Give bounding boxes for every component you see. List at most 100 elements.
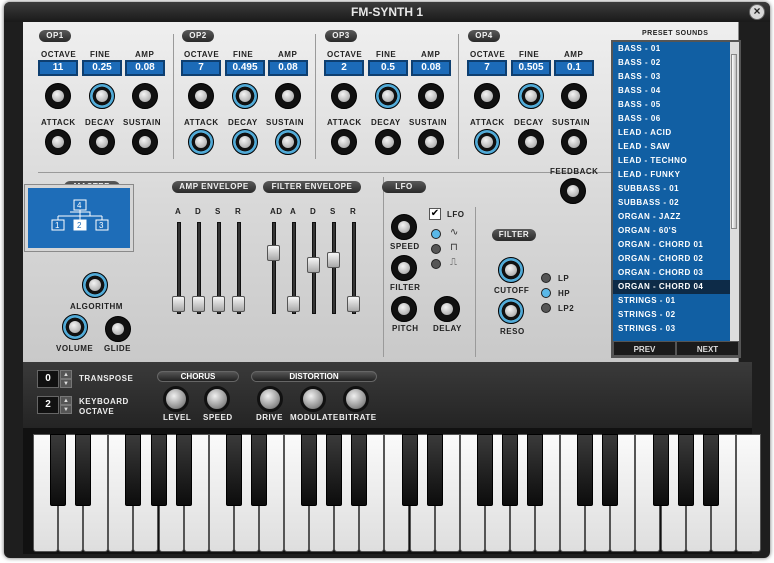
amp-knob[interactable]	[561, 83, 587, 109]
preset-item[interactable]: LEAD - TECHNO	[613, 154, 730, 168]
next-button[interactable]: NEXT	[676, 341, 739, 356]
feedback-knob[interactable]	[560, 178, 586, 204]
amp-knob[interactable]	[132, 83, 158, 109]
preset-item[interactable]: STRINGS - 03	[613, 322, 730, 336]
attack-knob[interactable]	[474, 129, 500, 155]
modulate-knob[interactable]	[300, 386, 326, 412]
octave-field[interactable]: 7	[181, 60, 221, 76]
slider-handle[interactable]	[287, 296, 300, 312]
sustain-knob[interactable]	[561, 129, 587, 155]
black-key[interactable]	[326, 434, 342, 506]
prev-button[interactable]: PREV	[613, 341, 676, 356]
amp-field[interactable]: 0.08	[268, 60, 308, 76]
lfo-pitch-knob[interactable]	[391, 296, 417, 322]
filter-type-lp2-radio[interactable]	[541, 303, 551, 313]
sustain-knob[interactable]	[132, 129, 158, 155]
preset-item[interactable]: SUBBASS - 01	[613, 182, 730, 196]
lfo-speed-knob[interactable]	[391, 214, 417, 240]
preset-item[interactable]: BASS - 01	[613, 42, 730, 56]
fine-knob[interactable]	[89, 83, 115, 109]
amp-field[interactable]: 0.1	[554, 60, 594, 76]
lfo-delay-knob[interactable]	[434, 296, 460, 322]
chorus-speed-knob[interactable]	[204, 386, 230, 412]
sustain-knob[interactable]	[418, 129, 444, 155]
lfo-wave-square-radio[interactable]	[431, 244, 441, 254]
preset-item[interactable]: SUBBASS - 02	[613, 196, 730, 210]
attack-knob[interactable]	[188, 129, 214, 155]
attack-knob[interactable]	[331, 129, 357, 155]
stepper-up-icon[interactable]: ▲	[60, 396, 72, 405]
lfo-wave-sine-radio[interactable]	[431, 229, 441, 239]
black-key[interactable]	[703, 434, 719, 506]
preset-item[interactable]: BASS - 03	[613, 70, 730, 84]
preset-item[interactable]: ORGAN - CHORD 03	[613, 266, 730, 280]
bitrate-knob[interactable]	[343, 386, 369, 412]
preset-item[interactable]: STRINGS - 01	[613, 294, 730, 308]
amp-knob[interactable]	[418, 83, 444, 109]
decay-knob[interactable]	[518, 129, 544, 155]
preset-item[interactable]: LEAD - ACID	[613, 126, 730, 140]
black-key[interactable]	[151, 434, 167, 506]
preset-item[interactable]: BASS - 04	[613, 84, 730, 98]
preset-scrollbar[interactable]	[730, 42, 739, 341]
preset-item[interactable]: BASS - 02	[613, 56, 730, 70]
slider-track[interactable]	[272, 222, 276, 314]
lfo-checkbox[interactable]: ✔	[429, 208, 441, 220]
slider-track[interactable]	[332, 222, 336, 314]
scrollbar-thumb[interactable]	[731, 54, 737, 229]
preset-item[interactable]: ORGAN - 60'S	[613, 224, 730, 238]
octave-knob[interactable]	[474, 83, 500, 109]
decay-knob[interactable]	[232, 129, 258, 155]
attack-knob[interactable]	[45, 129, 71, 155]
slider-handle[interactable]	[307, 257, 320, 273]
octave-field[interactable]: 7	[467, 60, 507, 76]
close-icon[interactable]: ×	[749, 4, 765, 20]
slider-handle[interactable]	[347, 296, 360, 312]
drive-knob[interactable]	[257, 386, 283, 412]
preset-item[interactable]: ORGAN - CHORD 02	[613, 252, 730, 266]
filter-type-hp-radio[interactable]	[541, 288, 551, 298]
slider-handle[interactable]	[212, 296, 225, 312]
fine-field[interactable]: 0.495	[225, 60, 265, 76]
reso-knob[interactable]	[498, 298, 524, 324]
black-key[interactable]	[477, 434, 493, 506]
amp-field[interactable]: 0.08	[125, 60, 165, 76]
fine-field[interactable]: 0.505	[511, 60, 551, 76]
slider-handle[interactable]	[172, 296, 185, 312]
filter-type-lp-radio[interactable]	[541, 273, 551, 283]
stepper-down-icon[interactable]: ▼	[60, 405, 72, 414]
black-key[interactable]	[402, 434, 418, 506]
preset-item[interactable]: LEAD - SAW	[613, 140, 730, 154]
preset-item[interactable]: ORGAN - CHORD 04	[613, 280, 730, 294]
slider-handle[interactable]	[267, 245, 280, 261]
transpose-stepper[interactable]: 0 ▲ ▼	[37, 370, 73, 388]
black-key[interactable]	[653, 434, 669, 506]
preset-item[interactable]: BASS - 06	[613, 112, 730, 126]
black-key[interactable]	[678, 434, 694, 506]
preset-item[interactable]: BASS - 05	[613, 98, 730, 112]
sustain-knob[interactable]	[275, 129, 301, 155]
slider-handle[interactable]	[192, 296, 205, 312]
amp-knob[interactable]	[275, 83, 301, 109]
lfo-filter-knob[interactable]	[391, 255, 417, 281]
white-key[interactable]	[736, 434, 761, 552]
keyboard-octave-stepper[interactable]: 2 ▲ ▼	[37, 396, 73, 414]
black-key[interactable]	[527, 434, 543, 506]
preset-item[interactable]: ORGAN - JAZZ	[613, 210, 730, 224]
stepper-up-icon[interactable]: ▲	[60, 370, 72, 379]
black-key[interactable]	[251, 434, 267, 506]
black-key[interactable]	[602, 434, 618, 506]
preset-item[interactable]: LEAD - FUNKY	[613, 168, 730, 182]
algorithm-knob[interactable]	[82, 272, 108, 298]
lfo-wave-pulse-radio[interactable]	[431, 259, 441, 269]
fine-field[interactable]: 0.5	[368, 60, 408, 76]
preset-item[interactable]: STRINGS - 02	[613, 308, 730, 322]
black-key[interactable]	[351, 434, 367, 506]
fine-field[interactable]: 0.25	[82, 60, 122, 76]
octave-knob[interactable]	[331, 83, 357, 109]
black-key[interactable]	[176, 434, 192, 506]
amp-field[interactable]: 0.08	[411, 60, 451, 76]
octave-field[interactable]: 2	[324, 60, 364, 76]
octave-knob[interactable]	[45, 83, 71, 109]
volume-knob[interactable]	[62, 314, 88, 340]
